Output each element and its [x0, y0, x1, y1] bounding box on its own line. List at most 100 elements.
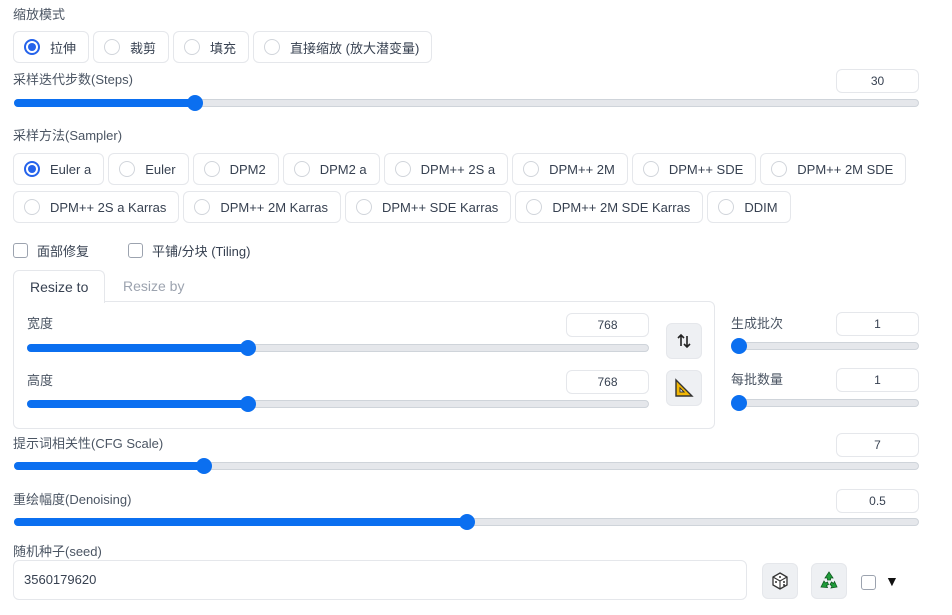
width-number-input[interactable]: 768 — [566, 313, 649, 337]
width-slider[interactable] — [27, 340, 649, 356]
radio-icon — [264, 39, 281, 55]
face-restore-label: 面部修复 — [37, 244, 90, 259]
radio-label: DPM++ SDE Karras — [381, 199, 499, 215]
radio-selected-icon — [24, 161, 40, 177]
cfg-scale-label: 提示词相关性(CFG Scale) — [13, 436, 164, 451]
slider-thumb[interactable] — [731, 395, 747, 411]
batch-size-slider[interactable] — [731, 395, 919, 411]
sampler-option-dpmpp-sde-karras[interactable]: DPM++ SDE Karras — [344, 191, 512, 223]
radio-label: 裁剪 — [130, 40, 157, 56]
height-label: 高度 — [27, 373, 54, 388]
slider-thumb[interactable] — [239, 396, 256, 412]
extra-seed-checkbox[interactable] — [861, 575, 876, 590]
tab-resize-to[interactable]: Resize to — [13, 270, 106, 303]
dice-icon — [772, 572, 788, 590]
sampler-group-row2: DPM++ 2S a Karras DPM++ 2M Karras DPM++ … — [13, 191, 791, 223]
slider-fill — [14, 99, 195, 107]
resize-mode-option-latent-upscale[interactable]: 直接缩放 (放大潜变量) — [253, 31, 433, 63]
seed-label: 随机种子(seed) — [13, 544, 102, 559]
radio-label: 直接缩放 (放大潜变量) — [290, 40, 420, 56]
cfg-scale-slider[interactable] — [14, 458, 919, 474]
radio-icon — [293, 161, 310, 177]
radio-icon — [642, 161, 659, 177]
sampler-option-dpmpp-2m-karras[interactable]: DPM++ 2M Karras — [183, 191, 341, 223]
slider-fill — [27, 344, 248, 352]
face-restore-checkbox[interactable] — [13, 243, 28, 258]
aspect-ruler-button[interactable] — [666, 370, 702, 406]
steps-label: 采样迭代步数(Steps) — [13, 72, 133, 87]
slider-thumb[interactable] — [187, 95, 203, 111]
radio-label: DPM++ 2M — [549, 161, 615, 177]
radio-icon — [203, 161, 220, 177]
batch-count-slider[interactable] — [731, 338, 919, 354]
slider-fill — [14, 518, 467, 526]
radio-icon — [355, 199, 372, 215]
cfg-scale-number-input[interactable]: 7 — [836, 433, 919, 457]
resize-mode-group: 拉伸 裁剪 填充 直接缩放 (放大潜变量) — [13, 31, 433, 63]
sampler-option-ddim[interactable]: DDIM — [707, 191, 791, 223]
slider-thumb[interactable] — [458, 514, 475, 530]
slider-thumb[interactable] — [239, 340, 256, 356]
radio-icon — [184, 39, 201, 55]
denoising-slider[interactable] — [14, 514, 919, 530]
resize-mode-option-stretch[interactable]: 拉伸 — [13, 31, 90, 63]
sampler-option-dpmpp-2s-a-karras[interactable]: DPM++ 2S a Karras — [13, 191, 180, 223]
reuse-seed-button[interactable] — [811, 563, 847, 599]
steps-number-input[interactable]: 30 — [836, 69, 919, 93]
radio-selected-icon — [24, 39, 40, 55]
face-restore-option[interactable]: 面部修复 — [13, 241, 89, 260]
radio-label: DPM++ 2M SDE — [797, 161, 894, 177]
slider-thumb[interactable] — [731, 338, 747, 354]
resize-mode-label: 缩放模式 — [13, 7, 66, 22]
recycle-icon — [820, 571, 838, 589]
batch-size-label: 每批数量 — [731, 372, 784, 387]
width-label: 宽度 — [27, 316, 54, 331]
triangle-ruler-icon — [675, 378, 694, 397]
resize-mode-option-crop[interactable]: 裁剪 — [93, 31, 170, 63]
slider-fill — [14, 462, 205, 470]
sampler-option-dpm2[interactable]: DPM2 — [192, 153, 279, 185]
denoising-number-input[interactable]: 0.5 — [836, 489, 919, 513]
radio-icon — [523, 161, 540, 177]
height-slider[interactable] — [27, 396, 649, 412]
sampler-option-dpmpp-2m-sde-karras[interactable]: DPM++ 2M SDE Karras — [515, 191, 704, 223]
denoising-label: 重绘幅度(Denoising) — [13, 492, 132, 507]
batch-size-number-input[interactable]: 1 — [836, 368, 919, 392]
slider-thumb[interactable] — [196, 458, 213, 474]
radio-label: DPM++ SDE — [668, 161, 744, 177]
sampler-label: 采样方法(Sampler) — [13, 128, 123, 143]
steps-slider[interactable] — [14, 95, 919, 111]
tiling-label: 平铺/分块 (Tiling) — [152, 244, 251, 259]
height-number-input[interactable]: 768 — [566, 370, 649, 394]
radio-icon — [24, 199, 40, 215]
sampler-option-dpm2-a[interactable]: DPM2 a — [282, 153, 380, 185]
radio-label: DPM++ 2S a Karras — [50, 199, 167, 215]
slider-track — [739, 399, 919, 407]
resize-mode-option-fill[interactable]: 填充 — [173, 31, 250, 63]
tab-resize-by[interactable]: Resize by — [107, 270, 200, 302]
tiling-checkbox[interactable] — [128, 243, 143, 258]
batch-count-label: 生成批次 — [731, 316, 784, 331]
slider-fill — [27, 400, 248, 408]
radio-icon — [119, 161, 136, 177]
radio-label: DPM2 a — [319, 161, 367, 177]
batch-count-number-input[interactable]: 1 — [836, 312, 919, 336]
sampler-option-dpmpp-sde[interactable]: DPM++ SDE — [631, 153, 757, 185]
radio-icon — [104, 39, 121, 55]
sampler-option-dpmpp-2m[interactable]: DPM++ 2M — [512, 153, 628, 185]
swap-dimensions-icon — [677, 333, 691, 349]
sampler-option-euler[interactable]: Euler — [108, 153, 189, 185]
radio-label: Euler — [145, 161, 176, 177]
tiling-option[interactable]: 平铺/分块 (Tiling) — [128, 241, 250, 260]
radio-label: DDIM — [744, 199, 778, 215]
sampler-option-dpmpp-2s-a[interactable]: DPM++ 2S a — [383, 153, 509, 185]
radio-label: DPM++ 2S a — [420, 161, 496, 177]
triangle-down-icon[interactable]: ▼ — [885, 573, 899, 589]
sampler-option-dpmpp-2m-sde[interactable]: DPM++ 2M SDE — [760, 153, 907, 185]
swap-dimensions-button[interactable] — [666, 323, 702, 359]
random-seed-button[interactable] — [762, 563, 798, 599]
radio-icon — [194, 199, 211, 215]
sampler-option-euler-a[interactable]: Euler a — [13, 153, 105, 185]
sampler-group-row1: Euler a Euler DPM2 DPM2 a DPM++ 2S a DPM… — [13, 153, 907, 185]
seed-input[interactable]: 3560179620 — [13, 560, 747, 600]
